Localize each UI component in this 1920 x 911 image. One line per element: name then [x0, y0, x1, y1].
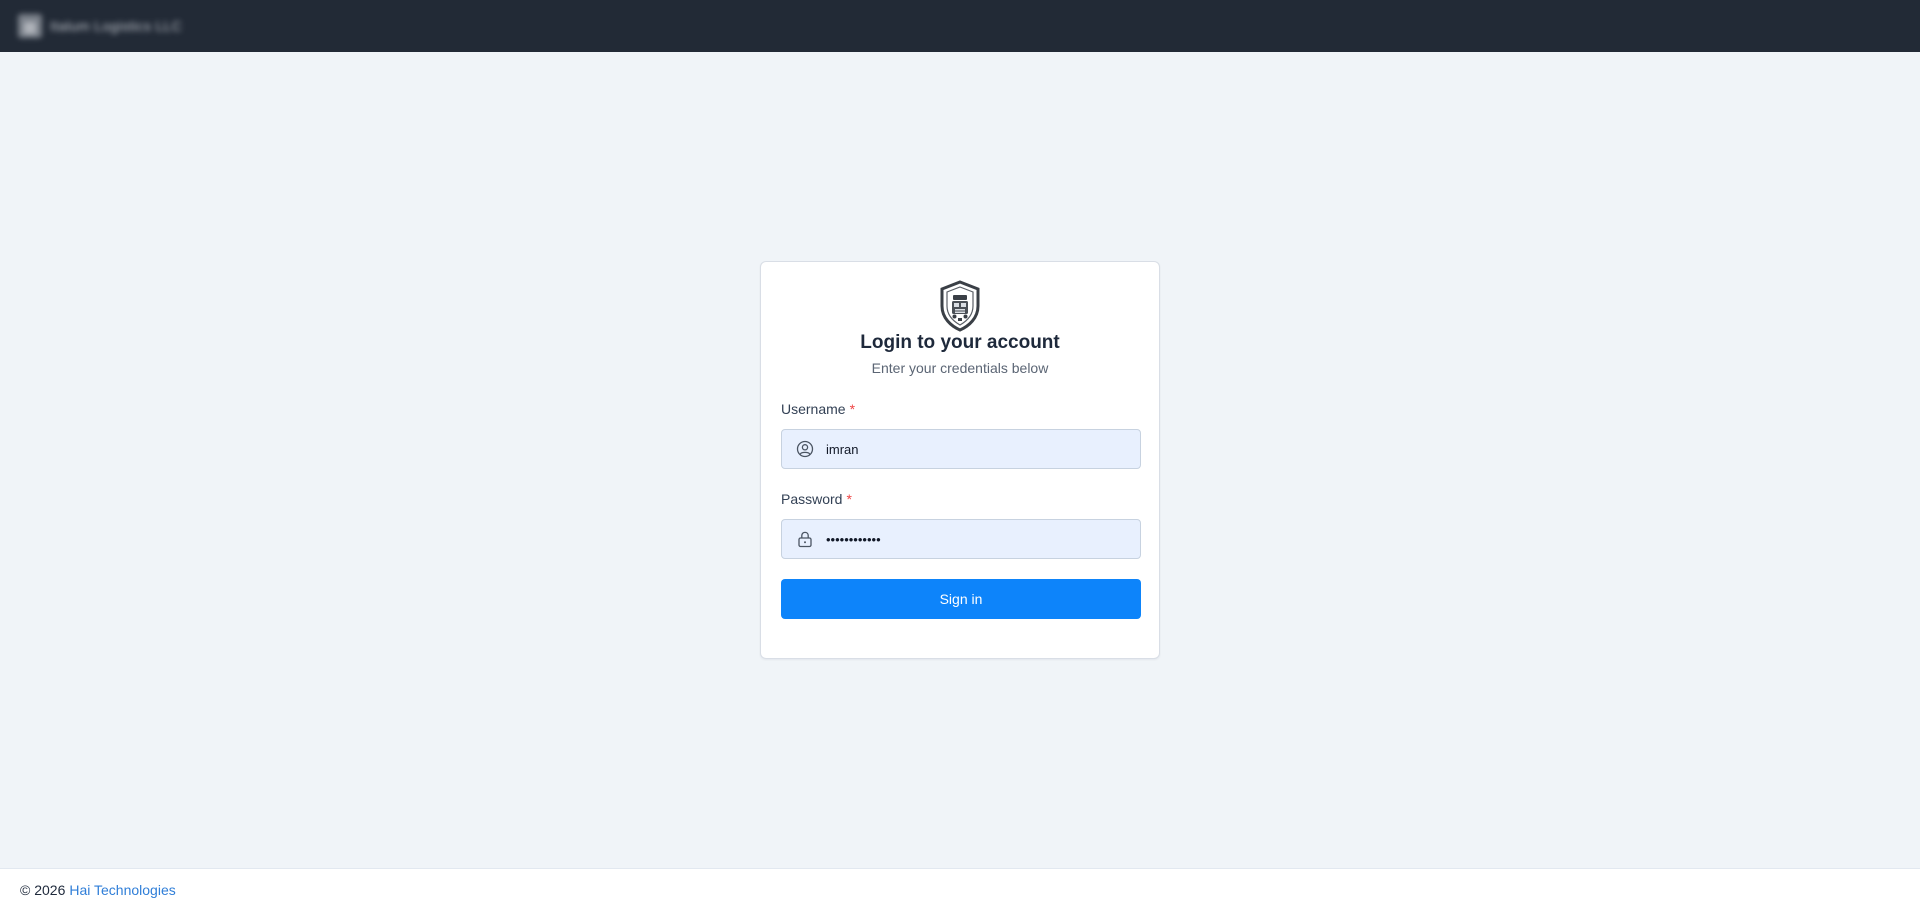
- top-navbar: Italum Logistics LLC: [0, 0, 1920, 52]
- footer-company-link[interactable]: Hai Technologies: [69, 882, 175, 898]
- user-circle-icon: [796, 440, 814, 458]
- login-card: Login to your account Enter your credent…: [760, 261, 1160, 659]
- sign-in-button[interactable]: Sign in: [781, 579, 1141, 619]
- required-marker: *: [849, 401, 856, 417]
- footer: © 2026 Hai Technologies: [0, 868, 1920, 911]
- brand[interactable]: Italum Logistics LLC: [18, 14, 182, 38]
- password-input[interactable]: [826, 531, 1126, 547]
- brand-name: Italum Logistics LLC: [50, 18, 183, 34]
- password-field[interactable]: [781, 519, 1141, 559]
- password-label: Password *: [781, 491, 852, 507]
- password-label-text: Password: [781, 491, 843, 507]
- shield-truck-logo-icon: [940, 280, 980, 332]
- username-input[interactable]: [826, 441, 1126, 457]
- lock-icon: [796, 530, 814, 548]
- username-label: Username *: [781, 401, 855, 417]
- username-label-text: Username: [781, 401, 846, 417]
- username-field[interactable]: [781, 429, 1141, 469]
- brand-logo-icon: [18, 14, 42, 38]
- login-logo: [761, 280, 1159, 332]
- required-marker: *: [846, 491, 852, 507]
- login-subtitle: Enter your credentials below: [871, 360, 1049, 376]
- footer-copyright: © 2026: [20, 882, 66, 898]
- login-title: Login to your account: [860, 332, 1060, 353]
